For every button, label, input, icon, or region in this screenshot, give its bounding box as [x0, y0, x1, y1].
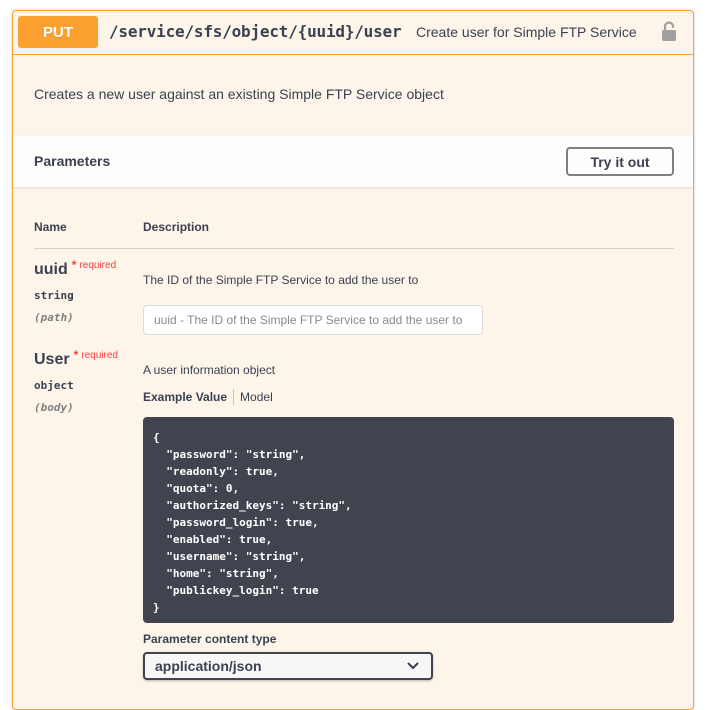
required-star: *	[73, 348, 79, 362]
param-type-uuid: string	[34, 289, 74, 302]
example-value-code[interactable]: { "password": "string", "readonly": true…	[143, 417, 674, 623]
operation-block: PUT /service/sfs/object/{uuid}/user Crea…	[12, 10, 694, 710]
content-type-select[interactable]: application/json	[143, 652, 433, 680]
tab-model[interactable]: Model	[240, 390, 273, 404]
param-description-user: A user information object	[143, 363, 276, 377]
tab-divider	[233, 389, 235, 405]
param-name-uuid: uuid * required	[34, 258, 117, 279]
param-name-text: uuid	[34, 261, 68, 278]
required-label: required	[79, 260, 117, 271]
param-name-text: User	[34, 351, 70, 368]
body-tabs: Example Value Model	[143, 389, 273, 405]
column-header-name: Name	[34, 220, 67, 234]
content-type-value: application/json	[155, 658, 262, 674]
param-in-user: (body)	[34, 401, 74, 414]
method-badge: PUT	[18, 16, 98, 48]
parameters-title: Parameters	[34, 153, 111, 169]
try-it-out-button[interactable]: Try it out	[566, 147, 674, 176]
operation-description: Creates a new user against an existing S…	[34, 86, 444, 102]
lock-icon[interactable]	[660, 20, 678, 42]
operation-summary[interactable]: PUT /service/sfs/object/{uuid}/user Crea…	[13, 11, 693, 55]
content-type-label: Parameter content type	[143, 632, 277, 646]
param-type-user: object	[34, 379, 74, 392]
tab-example-value[interactable]: Example Value	[143, 390, 227, 404]
parameters-header: Parameters Try it out	[13, 136, 693, 187]
param-description-uuid: The ID of the Simple FTP Service to add …	[143, 273, 419, 287]
required-label: required	[81, 350, 118, 361]
chevron-down-icon	[407, 662, 419, 669]
operation-path: /service/sfs/object/{uuid}/user	[109, 22, 402, 41]
param-name-user: User * required	[34, 348, 118, 369]
required-star: *	[71, 258, 77, 272]
column-header-description: Description	[143, 220, 210, 234]
param-in-uuid: (path)	[34, 311, 74, 324]
header-divider	[34, 248, 674, 249]
operation-summary-text: Create user for Simple FTP Service	[416, 24, 637, 40]
uuid-input[interactable]	[143, 305, 483, 335]
